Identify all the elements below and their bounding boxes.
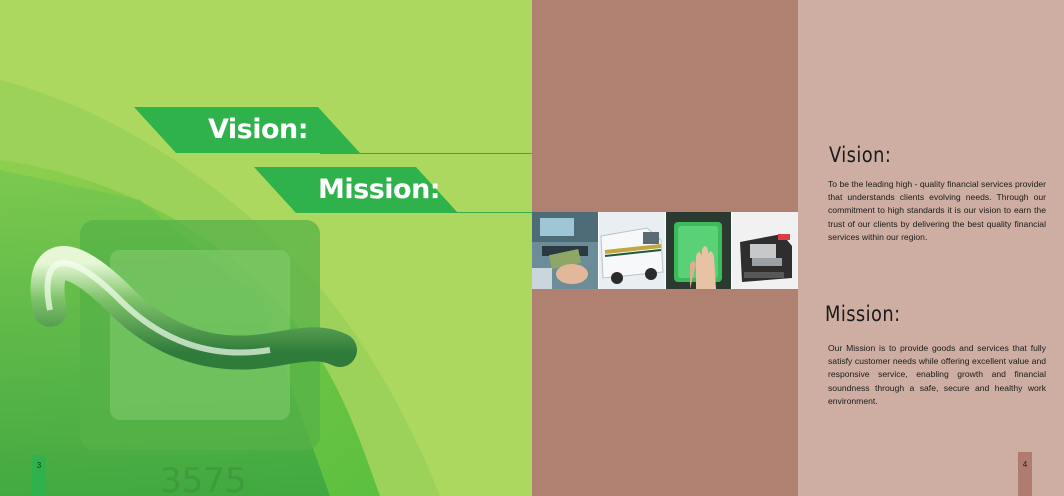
mission-banner-label: Mission:	[318, 174, 441, 205]
cash-van-photo	[597, 212, 665, 289]
money-counter-photo	[731, 212, 798, 289]
right-page	[798, 0, 1064, 496]
mission-banner: Mission:	[254, 167, 458, 213]
padlock-card-artwork: 3575	[0, 80, 440, 496]
mission-rule	[440, 212, 532, 213]
page-number-right: 4	[1018, 452, 1032, 496]
vision-banner-label: Vision:	[208, 114, 309, 145]
vision-banner: Vision:	[134, 107, 360, 153]
mission-paragraph: Our Mission is to provide goods and serv…	[828, 343, 1046, 406]
vision-heading: Vision:	[829, 143, 892, 167]
left-page: 3575 Vision: Mission: 3	[0, 0, 532, 496]
vision-paragraph: To be the leading high - quality financi…	[828, 179, 1046, 242]
mission-heading: Mission:	[825, 302, 901, 326]
photo-strip	[532, 212, 798, 289]
atm-cash-photo	[532, 212, 598, 289]
page-number-left: 3	[32, 455, 46, 496]
svg-text:3575: 3575	[160, 461, 247, 496]
vision-rule	[320, 153, 532, 154]
fingerprint-scanner-photo	[664, 212, 732, 289]
